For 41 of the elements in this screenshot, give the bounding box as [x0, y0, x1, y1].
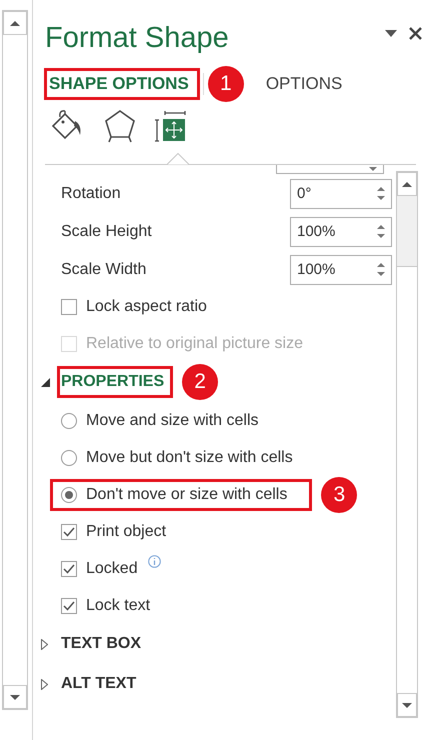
expanded-arrow-icon[interactable] — [41, 378, 53, 386]
info-icon[interactable] — [148, 555, 161, 568]
radio-label: Move but don't size with cells — [86, 448, 293, 466]
checkbox[interactable] — [61, 560, 77, 576]
checkbox-label: Print object — [86, 522, 166, 540]
callout-badge: 2 — [182, 364, 218, 400]
callout-badge: 3 — [321, 476, 358, 512]
spin-field[interactable]: 100% — [290, 216, 392, 246]
spin-field[interactable]: 0° — [290, 178, 392, 208]
checkbox-label: Relative to original picture size — [86, 334, 303, 352]
pane-title: Format Shape — [45, 22, 230, 55]
category-tab[interactable] — [155, 109, 189, 165]
checkbox[interactable] — [61, 524, 77, 540]
checkbox[interactable] — [61, 598, 77, 614]
radio-label: Don't move or size with cells — [86, 486, 288, 504]
pentagon-icon[interactable] — [103, 109, 137, 143]
radio-label: Move and size with cells — [86, 412, 259, 430]
checkbox-label: Locked — [86, 560, 138, 578]
radio-button[interactable] — [61, 450, 77, 466]
field-label: Scale Height — [61, 222, 152, 240]
checkbox-label: Lock aspect ratio — [86, 298, 207, 316]
scroll-down-button[interactable] — [397, 693, 417, 717]
callout-badge: 1 — [208, 66, 244, 102]
tab[interactable]: OPTIONS — [264, 71, 350, 97]
section-header[interactable]: TEXT BOX — [60, 631, 148, 657]
radio-button[interactable] — [61, 412, 77, 428]
caret-icon[interactable] — [385, 30, 397, 37]
section-header[interactable]: ALT TEXT — [60, 671, 142, 697]
field-label: Rotation — [61, 184, 121, 202]
scroll-down-button[interactable] — [3, 685, 27, 709]
checkbox-label: Lock text — [86, 596, 150, 614]
scrollbar[interactable] — [396, 171, 418, 718]
close-icon[interactable] — [409, 27, 422, 40]
checkbox[interactable] — [61, 298, 77, 314]
spin-field[interactable]: 100% — [290, 254, 392, 284]
scroll-up-button[interactable] — [3, 11, 27, 35]
scroll-up-button[interactable] — [397, 172, 417, 196]
radio-button[interactable] — [61, 486, 77, 502]
scrollbar[interactable] — [2, 10, 28, 710]
field-label: Scale Width — [61, 260, 146, 278]
spin-field[interactable] — [276, 165, 384, 174]
